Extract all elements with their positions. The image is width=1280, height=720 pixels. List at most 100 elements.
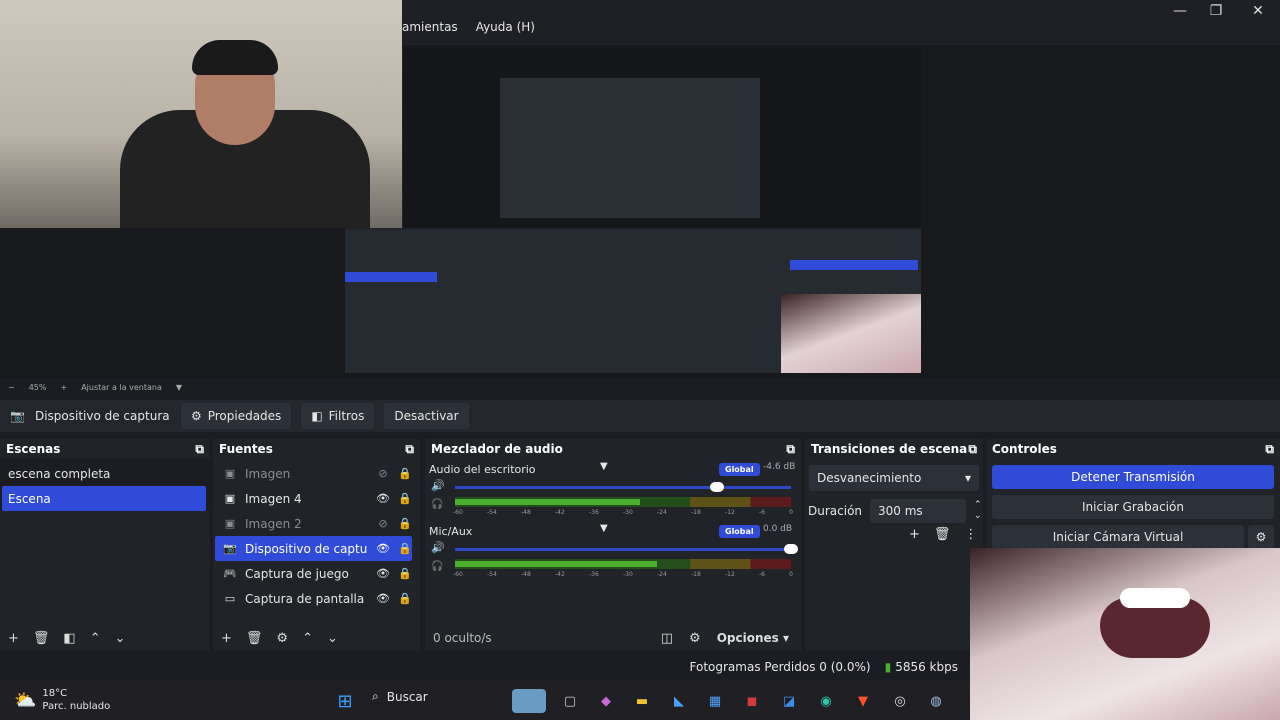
- speaker-icon[interactable]: 🔊: [431, 541, 445, 554]
- deactivate-button[interactable]: Desactivar: [384, 403, 469, 429]
- properties-button[interactable]: ⚙ Propiedades: [180, 403, 292, 429]
- program-preview[interactable]: [345, 48, 921, 373]
- speaker-icon[interactable]: 🔊: [431, 479, 445, 492]
- lock-icon[interactable]: 🔒: [398, 542, 412, 555]
- source-item[interactable]: ▣ Imagen 2 ⊘ 🔒: [215, 511, 412, 536]
- lock-icon[interactable]: 🔒: [398, 592, 412, 605]
- add-icon[interactable]: +: [909, 527, 920, 542]
- copilot-icon[interactable]: ◆: [594, 689, 618, 713]
- visual-studio-icon[interactable]: ◣: [667, 689, 691, 713]
- eye-icon[interactable]: 👁: [376, 492, 390, 505]
- undock-icon[interactable]: ⧉: [968, 442, 977, 457]
- arrow-down-icon[interactable]: ⌄: [327, 631, 338, 646]
- sources-dock: Fuentes ⧉ ▣ Imagen ⊘ 🔒 ▣ Imagen 4 👁 🔒 ▣ Imagen 2…: [213, 439, 420, 651]
- start-recording-button[interactable]: Iniciar Grabación: [992, 495, 1274, 519]
- obs-icon[interactable]: ◎: [888, 689, 912, 713]
- zoom-out-icon[interactable]: −: [8, 383, 15, 392]
- weather-desc: Parc. nublado: [42, 701, 111, 712]
- source-item[interactable]: ▣ Imagen ⊘ 🔒: [215, 461, 412, 486]
- nested-obs-window: [500, 78, 760, 218]
- restore-icon[interactable]: ❐: [1196, 0, 1236, 22]
- gear-icon[interactable]: ⚙: [276, 631, 288, 646]
- store-icon[interactable]: ▦: [703, 689, 727, 713]
- filters-button[interactable]: ◧ Filtros: [301, 403, 375, 429]
- taskbar-search[interactable]: ⌕ Buscar: [372, 689, 428, 704]
- duration-stepper[interactable]: ⌃ ⌄: [974, 500, 982, 522]
- add-icon[interactable]: +: [221, 631, 232, 646]
- volume-slider[interactable]: [455, 486, 791, 489]
- add-icon[interactable]: +: [8, 631, 19, 646]
- eye-hidden-icon[interactable]: ⊘: [376, 517, 390, 530]
- arrow-down-icon[interactable]: ⌄: [115, 631, 126, 646]
- channel-menu-icon[interactable]: ▼: [600, 523, 608, 534]
- steam-icon[interactable]: ◍: [924, 689, 948, 713]
- volume-knob[interactable]: [784, 544, 798, 554]
- close-icon[interactable]: ✕: [1238, 0, 1278, 22]
- selected-source-name: Dispositivo de captura de v: [34, 409, 171, 423]
- trash-icon[interactable]: 🗑: [246, 631, 263, 646]
- scene-item-selected[interactable]: Escena: [2, 486, 206, 511]
- monitor-off-icon[interactable]: 🎧: [431, 561, 443, 572]
- duration-field[interactable]: 300 ms: [870, 499, 967, 523]
- transition-select[interactable]: Desvanecimiento ▾: [809, 465, 979, 491]
- channel-menu-icon[interactable]: ▼: [600, 461, 608, 472]
- layout-icon[interactable]: ◫: [661, 631, 673, 646]
- trash-icon[interactable]: 🗑: [33, 631, 50, 646]
- monitor-off-icon[interactable]: 🎧: [431, 499, 443, 510]
- menu-item-help[interactable]: Ayuda (H): [476, 20, 535, 42]
- bitrate-value: 5856 kbps: [895, 660, 958, 674]
- volume-knob[interactable]: [710, 482, 725, 492]
- file-explorer-icon[interactable]: ▬: [630, 689, 654, 713]
- source-label: Imagen 2: [245, 516, 302, 531]
- trash-icon[interactable]: 🗑: [934, 527, 951, 542]
- zoom-fit-label[interactable]: Ajustar a la ventana: [81, 383, 162, 392]
- lock-icon[interactable]: 🔒: [398, 567, 412, 580]
- undock-icon[interactable]: ⧉: [405, 442, 414, 457]
- gear-icon[interactable]: ⚙: [1248, 525, 1274, 549]
- edge-icon[interactable]: ◉: [814, 689, 838, 713]
- stop-stream-button[interactable]: Detener Transmisión: [992, 465, 1274, 489]
- eye-icon[interactable]: 👁: [376, 542, 390, 555]
- source-item[interactable]: 🎮 Captura de juego 👁 🔒: [215, 561, 412, 586]
- windows-start-icon[interactable]: ⊞: [333, 689, 357, 713]
- mixer-channels: Audio del escritorio ▼ Global -4.6 dB 🔊 🎧 -60-…: [425, 459, 801, 583]
- duration-value: 300 ms: [878, 504, 923, 518]
- menu-item-tools[interactable]: amientas: [402, 20, 458, 42]
- meter-scale: -60 -54 -48 -42 -36 -30 -24 -18 -12 -6 0: [453, 571, 793, 578]
- eye-icon[interactable]: 👁: [376, 592, 390, 605]
- antivirus-icon[interactable]: ◼: [740, 689, 764, 713]
- scale-tick: -6: [759, 571, 765, 578]
- undock-icon[interactable]: ⧉: [786, 442, 795, 457]
- virtual-cam-button[interactable]: Iniciar Cámara Virtual: [992, 525, 1244, 549]
- minimize-icon[interactable]: —: [1160, 0, 1200, 22]
- zoom-in-icon[interactable]: +: [60, 383, 67, 392]
- undock-icon[interactable]: ⧉: [195, 442, 204, 457]
- arrow-up-icon[interactable]: ⌃: [90, 631, 101, 646]
- lock-icon[interactable]: 🔒: [398, 467, 412, 480]
- options-button[interactable]: Opciones ▾: [717, 631, 789, 645]
- settings-icon[interactable]: ⚙: [689, 631, 701, 646]
- properties-label: Propiedades: [207, 409, 282, 423]
- lock-icon[interactable]: 🔒: [398, 517, 412, 530]
- anime-image-overlay: [970, 548, 1280, 720]
- filter-icon[interactable]: ◧: [63, 631, 75, 646]
- volume-slider[interactable]: [455, 548, 791, 551]
- outlook-icon[interactable]: ◪: [777, 689, 801, 713]
- widget-icon[interactable]: [512, 689, 546, 713]
- undock-icon[interactable]: ⧉: [1265, 442, 1274, 457]
- brave-icon[interactable]: ▼: [851, 689, 875, 713]
- task-view-icon[interactable]: ▢: [558, 689, 582, 713]
- lock-icon[interactable]: 🔒: [398, 492, 412, 505]
- arrow-up-icon[interactable]: ⌃: [302, 631, 313, 646]
- eye-hidden-icon[interactable]: ⊘: [376, 467, 390, 480]
- source-item[interactable]: ▭ Captura de pantalla 👁 🔒: [215, 586, 412, 611]
- source-item[interactable]: ▣ Imagen 4 👁 🔒: [215, 486, 412, 511]
- source-item-selected[interactable]: 📷 Dispositivo de captura d 👁 🔒: [215, 536, 412, 561]
- gamepad-icon: 🎮: [223, 567, 237, 580]
- global-badge: Global: [719, 463, 760, 476]
- scene-item[interactable]: escena completa: [2, 461, 206, 486]
- chevron-down-icon[interactable]: ▼: [176, 383, 182, 392]
- weather-widget[interactable]: ⛅ 18°C Parc. nublado: [14, 687, 110, 713]
- eye-icon[interactable]: 👁: [376, 567, 390, 580]
- more-icon[interactable]: ⋮: [964, 527, 977, 542]
